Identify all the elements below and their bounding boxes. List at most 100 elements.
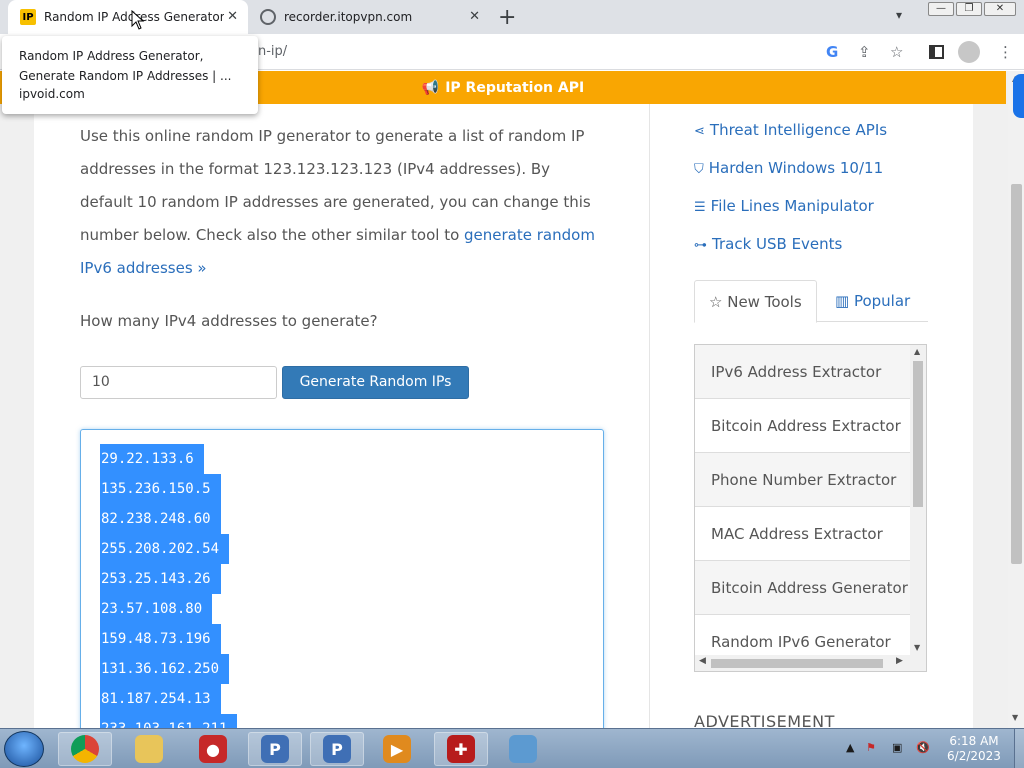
ip-result-line: 82.238.248.60 (100, 504, 237, 534)
image-viewer-taskbar-icon[interactable] (496, 732, 550, 766)
web-page: 📢 IP Reputation API Use this online rand… (0, 71, 1008, 728)
volume-muted-icon[interactable]: 🔇 (916, 741, 930, 754)
count-question-label: How many IPv4 addresses to generate? (80, 312, 378, 330)
mouse-cursor-icon (131, 10, 145, 30)
browser-tab-strip: IP Random IP Address Generator, G ✕ reco… (0, 0, 1024, 34)
threat-intelligence-apis-link[interactable]: ⋖ Threat Intelligence APIs (694, 121, 887, 139)
ip-result-line: 23.57.108.80 (100, 594, 237, 624)
generate-random-ips-button[interactable]: Generate Random IPs (282, 366, 469, 399)
bar-chart-icon: ▥ (835, 292, 854, 310)
advertisement-label: ADVERTISEMENT (694, 712, 835, 728)
p-app-icon: P (261, 735, 289, 763)
tooltip-domain: ipvoid.com (19, 87, 85, 101)
clock-date: 6/2/2023 (947, 749, 1001, 763)
content-area: Use this online random IP generator to g… (34, 104, 973, 728)
ip-result-line: 131.36.162.250 (100, 654, 237, 684)
scroll-up-arrow-icon[interactable]: ▲ (914, 347, 920, 356)
image-viewer-icon (509, 735, 537, 763)
minimize-button[interactable]: — (928, 2, 954, 16)
screen-recorder-icon: ● (199, 735, 227, 763)
tooltip-title-line1: Random IP Address Generator, (19, 49, 204, 63)
clock-time: 6:18 AM (949, 734, 999, 748)
ip-results-textarea[interactable]: 29.22.133.6 135.236.150.5 82.238.248.60 … (80, 429, 604, 728)
ip-count-input[interactable]: 10 (80, 366, 277, 399)
page-scrollbar[interactable]: ▲ ▼ (1008, 71, 1024, 728)
share-icon[interactable]: ⇪ (858, 43, 871, 61)
tab-recorder[interactable]: recorder.itopvpn.com ✕ (252, 0, 490, 34)
tab-close-icon[interactable]: ✕ (227, 9, 238, 24)
ip-result-line: 29.22.133.6 (100, 444, 237, 474)
p-app-taskbar-icon[interactable]: P (248, 732, 302, 766)
tooltip-title-line2: Generate Random IP Addresses | ... (19, 69, 232, 83)
network-icon[interactable]: ▣ (892, 741, 902, 754)
ip-result-line: 233.103.161.211 (100, 714, 238, 728)
scroll-left-arrow-icon[interactable]: ◀ (699, 656, 706, 666)
star-icon: ☆ (709, 293, 728, 311)
scroll-right-arrow-icon[interactable]: ▶ (896, 656, 903, 666)
tools-list-box[interactable]: IPv6 Address Extractor Bitcoin Address E… (694, 344, 927, 672)
track-usb-events-link[interactable]: ⊶ Track USB Events (694, 235, 842, 253)
chrome-icon (71, 735, 99, 763)
show-desktop-button[interactable] (1014, 729, 1024, 768)
start-button[interactable] (4, 731, 44, 767)
video-editor-icon: ✚ (447, 735, 475, 763)
tab-title: recorder.itopvpn.com (284, 10, 413, 24)
ip-list: 29.22.133.6 135.236.150.5 82.238.248.60 … (100, 444, 238, 728)
tools-horizontal-scrollbar[interactable]: ◀ ▶ (695, 655, 926, 671)
side-widget-tab[interactable] (1013, 74, 1024, 118)
tab-random-ip-generator[interactable]: IP Random IP Address Generator, G ✕ (8, 0, 248, 34)
tab-new-tools[interactable]: ☆ New Tools (694, 280, 817, 323)
taskbar-clock[interactable]: 6:18 AM 6/2/2023 (944, 734, 1004, 764)
profile-avatar[interactable] (958, 41, 980, 63)
list-item[interactable]: Bitcoin Address Generator (695, 561, 910, 615)
recorder-taskbar-icon[interactable]: ● (186, 732, 240, 766)
scrollbar-thumb[interactable] (913, 361, 923, 507)
scroll-down-arrow-icon[interactable]: ▼ (914, 643, 920, 652)
ip-result-line: 81.187.254.13 (100, 684, 237, 714)
list-item[interactable]: IPv6 Address Extractor (695, 345, 910, 399)
tab-hover-tooltip: Random IP Address Generator, Generate Ra… (2, 36, 258, 114)
ip-result-line: 255.208.202.54 (100, 534, 237, 564)
list-item[interactable]: Bitcoin Address Extractor (695, 399, 910, 453)
ip-result-line: 159.48.73.196 (100, 624, 237, 654)
side-panel-icon[interactable] (929, 45, 944, 59)
intro-paragraph: Use this online random IP generator to g… (80, 120, 600, 285)
share-icon: ⋖ (694, 124, 705, 139)
harden-windows-link[interactable]: ⛉ Harden Windows 10/11 (694, 159, 883, 177)
scroll-down-arrow-icon[interactable]: ▼ (1012, 713, 1018, 722)
windows-taskbar: ● P P ▶ ✚ ▲ ⚑ ▣ 🔇 6:18 AM 6/2/2023 (0, 728, 1024, 768)
ip-result-line: 135.236.150.5 (100, 474, 237, 504)
media-player-taskbar-icon[interactable]: ▶ (370, 732, 424, 766)
maximize-button[interactable]: ❐ (956, 2, 982, 16)
banner-text: IP Reputation API (445, 79, 585, 96)
globe-icon (260, 9, 276, 25)
usb-icon: ⊶ (694, 238, 707, 253)
menu-kebab-icon[interactable]: ⋮ (998, 43, 1013, 61)
media-player-icon: ▶ (383, 735, 411, 763)
scrollbar-thumb[interactable] (1011, 184, 1022, 564)
tools-tabs: ☆ New Tools ▥ Popular (694, 280, 928, 323)
file-explorer-taskbar-icon[interactable] (122, 732, 176, 766)
list-icon: ☰ (694, 200, 706, 215)
file-lines-manipulator-link[interactable]: ☰ File Lines Manipulator (694, 197, 874, 215)
tab-search-chevron-icon[interactable]: ▾ (896, 8, 902, 22)
tray-expand-icon[interactable]: ▲ (846, 741, 854, 754)
shield-icon: ⛉ (694, 162, 704, 177)
ipvoid-favicon-icon: IP (20, 9, 36, 25)
bookmark-star-icon[interactable]: ☆ (890, 43, 903, 61)
address-bar[interactable]: n-ip/ (258, 44, 287, 59)
scrollbar-thumb[interactable] (711, 659, 883, 668)
tab-close-icon[interactable]: ✕ (469, 9, 480, 24)
tools-vertical-scrollbar[interactable]: ▲ ▼ (910, 345, 926, 655)
google-lens-icon[interactable]: G (826, 43, 838, 61)
list-item[interactable]: Phone Number Extractor (695, 453, 910, 507)
close-window-button[interactable]: ✕ (984, 2, 1016, 16)
list-item[interactable]: MAC Address Extractor (695, 507, 910, 561)
chrome-taskbar-icon[interactable] (58, 732, 112, 766)
p-app-taskbar-icon-2[interactable]: P (310, 732, 364, 766)
video-editor-taskbar-icon[interactable]: ✚ (434, 732, 488, 766)
tab-popular[interactable]: ▥ Popular (835, 280, 910, 322)
folder-icon (135, 735, 163, 763)
new-tab-plus-icon[interactable]: + (498, 5, 516, 30)
flag-icon[interactable]: ⚑ (866, 741, 876, 754)
